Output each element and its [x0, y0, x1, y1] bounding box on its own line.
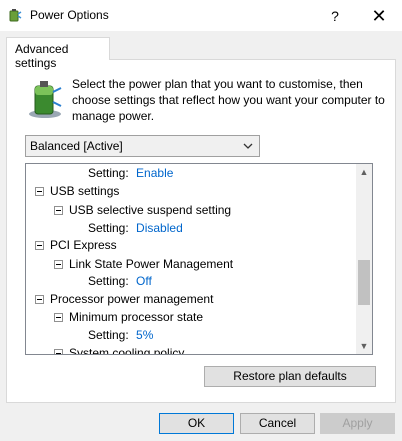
collapse-icon[interactable] [54, 206, 63, 215]
tree-item-label: PCI Express [50, 238, 117, 252]
ok-button[interactable]: OK [159, 413, 234, 434]
tree-row-setting-enable[interactable]: Setting: Enable [88, 164, 173, 182]
scroll-down-icon[interactable]: ▼ [356, 338, 372, 354]
tab-advanced-settings-label: Advanced settings [15, 42, 69, 70]
plan-description: Select the power plan that you want to c… [72, 77, 385, 123]
battery-plan-icon [29, 81, 62, 118]
tree-scrollbar[interactable]: ▲ ▼ [356, 164, 372, 354]
chevron-down-icon [243, 143, 253, 149]
settings-tree[interactable]: Setting: Enable USB settings USB selecti… [25, 163, 373, 355]
tree-item-label: USB selective suspend setting [69, 203, 232, 217]
setting-label: Setting: [88, 274, 129, 288]
setting-label: Setting: [88, 166, 129, 180]
help-button[interactable]: ? [318, 4, 352, 28]
setting-value-link[interactable]: 5% [136, 328, 153, 342]
power-options-icon [9, 9, 22, 22]
collapse-icon[interactable] [35, 295, 44, 304]
setting-label: Setting: [88, 328, 129, 342]
power-plan-dropdown[interactable]: Balanced [Active] [25, 135, 260, 157]
tree-item-label: Minimum processor state [69, 310, 204, 324]
setting-value-link[interactable]: Disabled [136, 221, 183, 235]
cancel-button[interactable]: Cancel [240, 413, 315, 434]
scroll-up-icon[interactable]: ▲ [356, 164, 372, 180]
collapse-icon[interactable] [35, 241, 44, 250]
close-button[interactable]: ✕ [362, 3, 396, 29]
collapse-icon[interactable] [54, 260, 63, 269]
window-title: Power Options [30, 8, 109, 22]
tree-item-label: Link State Power Management [69, 257, 234, 271]
setting-label: Setting: [88, 221, 129, 235]
setting-value-link[interactable]: Off [136, 274, 152, 288]
restore-defaults-button[interactable]: Restore plan defaults [204, 366, 376, 387]
title-bar: Power Options ? ✕ [0, 0, 402, 31]
power-plan-value: Balanced [Active] [30, 139, 123, 153]
tree-item-label: USB settings [50, 184, 120, 198]
tree-row-usb-setting[interactable]: Setting: Disabled [88, 219, 183, 237]
scrollbar-thumb[interactable] [358, 260, 370, 305]
tree-item-label: Processor power management [50, 292, 214, 306]
tree-row-min-setting[interactable]: Setting: 5% [88, 326, 153, 344]
collapse-icon[interactable] [35, 187, 44, 196]
apply-button[interactable]: Apply [320, 413, 395, 434]
setting-value-link[interactable]: Enable [136, 166, 173, 180]
tab-advanced-settings[interactable]: Advanced settings [6, 37, 110, 70]
collapse-icon[interactable] [54, 313, 63, 322]
collapse-icon[interactable] [54, 349, 63, 354]
tree-item-label: System cooling policy [69, 346, 185, 355]
tree-row-link-setting[interactable]: Setting: Off [88, 272, 152, 290]
